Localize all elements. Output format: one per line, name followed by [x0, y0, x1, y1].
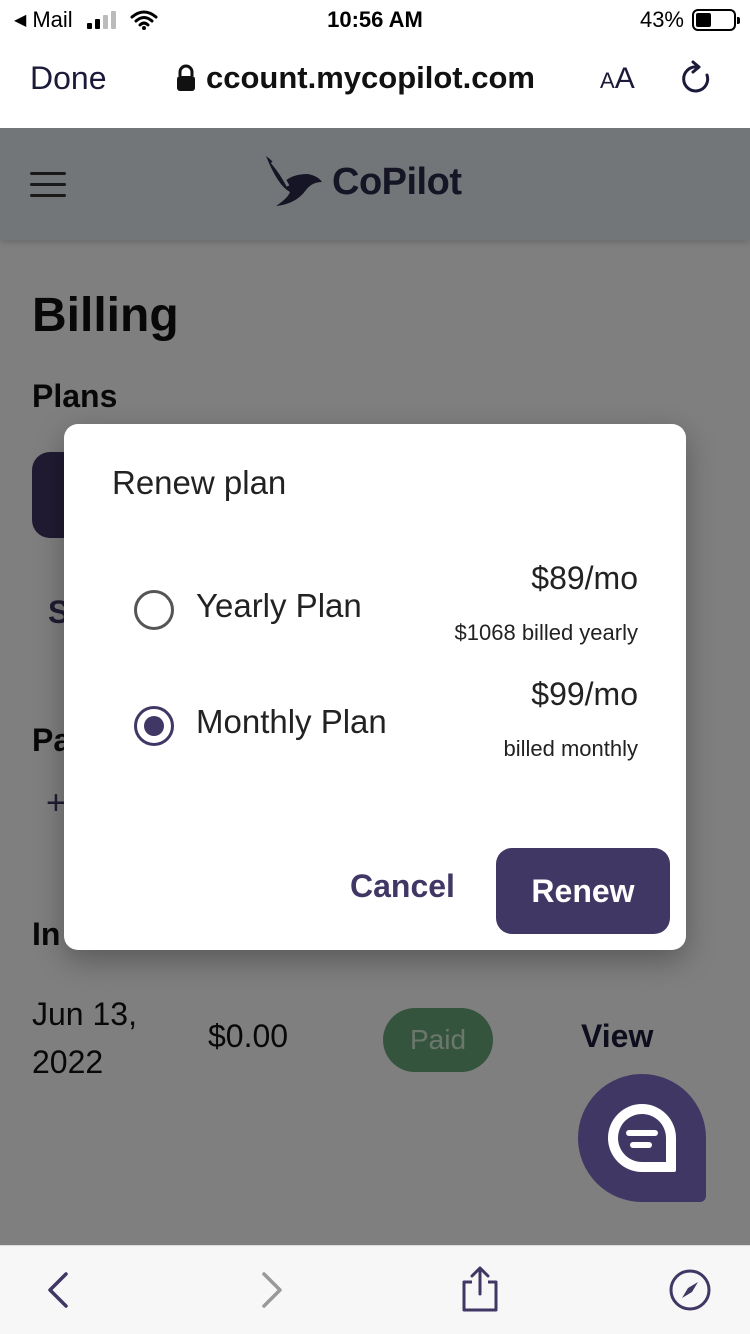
yearly-plan-label: Yearly Plan — [196, 587, 362, 624]
browser-address-bar: Done ccount.mycopilot.com AA — [0, 40, 750, 128]
monthly-plan-label: Monthly Plan — [196, 703, 387, 740]
url-field[interactable]: ccount.mycopilot.com — [176, 60, 535, 96]
cancel-button[interactable]: Cancel — [350, 868, 455, 905]
url-text: ccount.mycopilot.com — [206, 60, 535, 95]
yearly-plan-radio[interactable] — [134, 590, 174, 630]
aa-large: A — [614, 62, 635, 95]
yearly-plan-price: $89/mo — [531, 560, 638, 596]
forward-icon[interactable] — [250, 1268, 294, 1312]
status-right: 43% — [639, 7, 740, 33]
radio-selected-dot — [144, 716, 164, 736]
battery-tip — [737, 17, 740, 24]
lock-icon — [177, 64, 195, 91]
status-bar: ◀ Mail 10:56 AM 43% — [0, 0, 750, 40]
monthly-plan-price: $99/mo — [531, 676, 638, 712]
yearly-plan-option[interactable]: Yearly Plan $89/mo $1068 billed yearly — [64, 554, 686, 654]
battery-percent: 43% — [639, 7, 684, 32]
done-button[interactable]: Done — [30, 60, 107, 97]
back-icon[interactable] — [36, 1268, 80, 1312]
status-time: 10:56 AM — [327, 7, 423, 32]
renew-button[interactable]: Renew — [496, 848, 670, 934]
web-page: CoPilot Billing Plans S Pa + In Jun 13, … — [0, 128, 750, 1245]
browser-toolbar — [0, 1245, 750, 1334]
battery-fill — [696, 13, 712, 27]
battery-icon — [692, 9, 740, 31]
monthly-plan-option[interactable]: Monthly Plan $99/mo billed monthly — [64, 670, 686, 770]
chat-icon — [608, 1104, 676, 1172]
reload-icon[interactable] — [680, 60, 714, 98]
chat-button[interactable] — [578, 1074, 706, 1202]
renew-plan-modal: Renew plan Yearly Plan $89/mo $1068 bill… — [64, 424, 686, 950]
share-icon[interactable] — [458, 1264, 502, 1314]
monthly-plan-billing: billed monthly — [503, 736, 638, 761]
modal-title: Renew plan — [112, 464, 287, 501]
monthly-plan-radio[interactable] — [134, 706, 174, 746]
aa-small: A — [600, 68, 615, 93]
compass-icon[interactable] — [668, 1268, 712, 1312]
yearly-plan-billing: $1068 billed yearly — [454, 620, 638, 645]
text-size-button[interactable]: AA — [600, 62, 635, 96]
